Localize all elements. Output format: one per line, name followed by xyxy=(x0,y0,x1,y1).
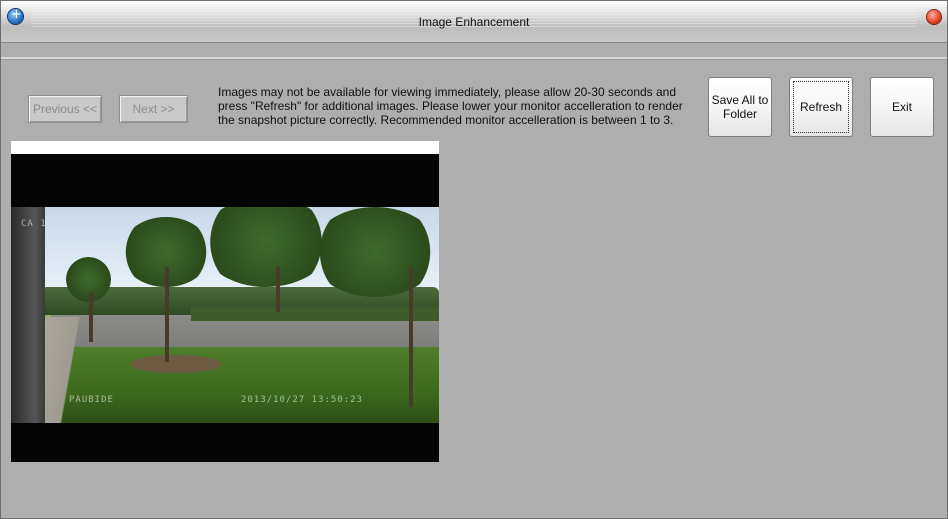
close-icon[interactable] xyxy=(927,10,941,24)
title-bar[interactable]: Image Enhancement xyxy=(1,1,947,43)
refresh-button[interactable]: Refresh xyxy=(789,77,853,137)
previous-button[interactable]: Previous << xyxy=(28,95,102,123)
timestamp-overlay: 2013/10/27 13:50:23 xyxy=(241,395,363,405)
tree-trunk xyxy=(276,267,280,312)
image-enhancement-window: Image Enhancement Previous << Next >> Im… xyxy=(0,0,948,519)
exit-button[interactable]: Exit xyxy=(870,77,934,137)
save-all-to-folder-button[interactable]: Save All to Folder xyxy=(708,77,772,137)
toolbar-divider xyxy=(1,57,947,60)
instructions-text: Images may not be available for viewing … xyxy=(218,85,683,127)
tree-trunk xyxy=(89,292,93,342)
refresh-label: Refresh xyxy=(799,100,843,114)
scene-hedge xyxy=(191,307,439,321)
next-button[interactable]: Next >> xyxy=(119,95,188,123)
channel-overlay: CA 1 xyxy=(21,219,47,229)
tree-canopy xyxy=(311,207,439,297)
tree-trunk xyxy=(165,267,169,362)
save-label-line2: Folder xyxy=(722,107,757,121)
camera-scene: CA 1 PAUBIDE 2013/10/27 13:50:23 xyxy=(11,207,439,423)
exit-label: Exit xyxy=(891,100,912,114)
window-title: Image Enhancement xyxy=(418,15,530,29)
save-label-line1: Save All to xyxy=(711,93,769,107)
snapshot-image: CA 1 PAUBIDE 2013/10/27 13:50:23 xyxy=(11,141,439,462)
scene-window-frame xyxy=(11,207,45,423)
tree-trunk xyxy=(409,267,413,407)
snapshot-header-strip xyxy=(11,141,439,154)
camera-name-overlay: PAUBIDE xyxy=(69,395,114,405)
